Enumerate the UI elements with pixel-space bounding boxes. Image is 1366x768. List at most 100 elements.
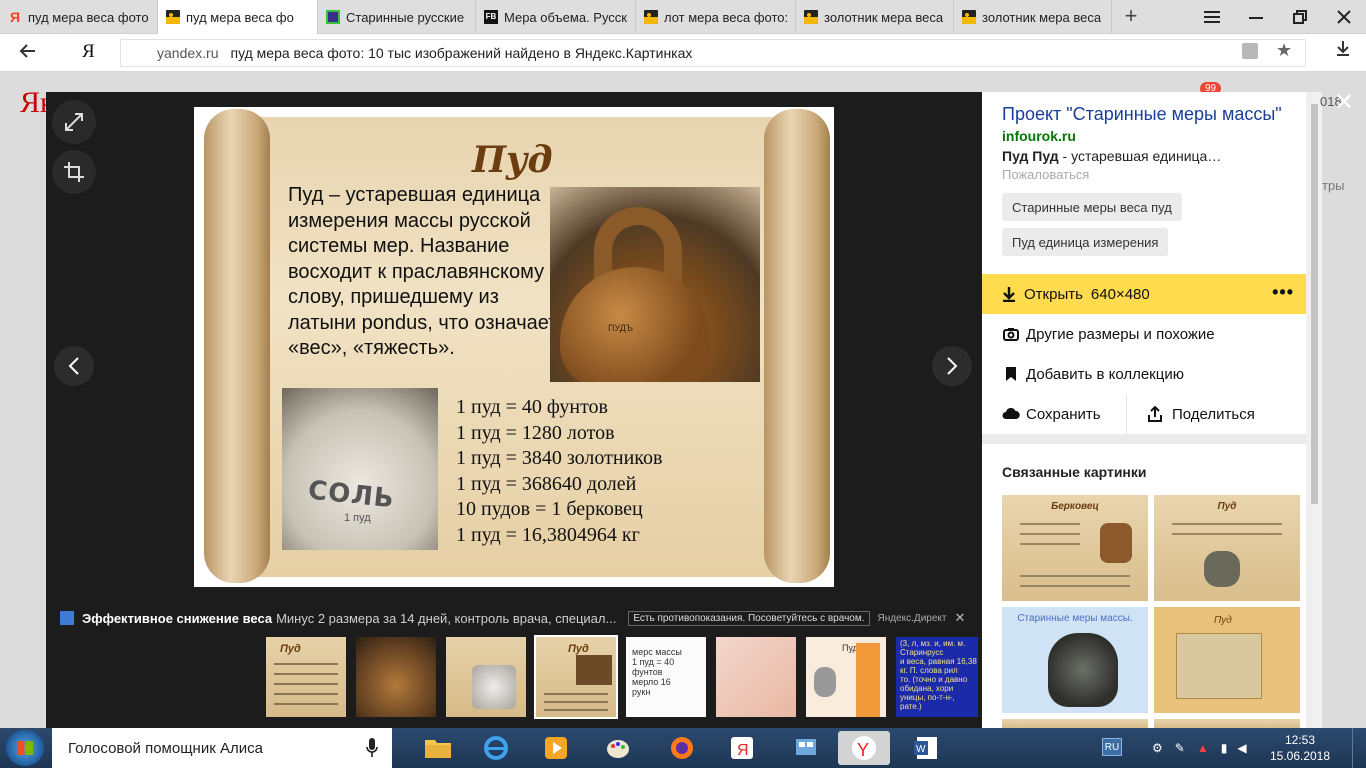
network-icon[interactable]: ▮ [1221,741,1228,755]
cloud-save-icon [1002,407,1020,421]
file-explorer-icon[interactable] [412,731,464,765]
tab-3[interactable]: Старинные русские [318,0,476,34]
section-divider [982,434,1306,444]
thumbnail[interactable] [356,637,436,717]
scroll-roll-right [764,109,830,583]
tab-7[interactable]: золотник мера веса [954,0,1112,34]
equivalence-item: 1 пуд = 1280 лотов [456,421,615,444]
source-domain-link[interactable]: infourok.ru [1002,128,1076,144]
thumbnail[interactable]: Пуд [806,637,886,717]
download-icon[interactable] [1336,40,1350,61]
close-window-icon[interactable] [1324,0,1364,34]
warning-icon[interactable]: ▲ [1197,741,1209,755]
panel-scrollbar[interactable] [1306,92,1322,728]
related-image[interactable]: Пуд [1154,607,1300,713]
yandex-active-app-icon[interactable]: Y [838,731,890,765]
tab-1[interactable]: Я пуд мера веса фото [0,0,158,34]
related-text-line [1172,533,1282,535]
thumbnail-text-line [544,709,608,711]
language-indicator[interactable]: RU [1102,738,1122,756]
related-image-title: Берковец [1051,501,1099,512]
thumbnail[interactable] [716,637,796,717]
start-button[interactable] [6,730,44,766]
ad-source[interactable]: Яндекс.Директ [878,613,947,624]
thumbnail[interactable] [446,637,526,717]
microphone-icon[interactable] [366,738,378,758]
alice-voice-assistant[interactable]: Голосовой помощник Алиса [52,728,392,768]
paint-icon[interactable] [592,731,644,765]
tag-button[interactable]: Пуд единица измерения [1002,228,1169,256]
scroll-roll-left [204,109,270,583]
fullscreen-icon[interactable] [52,100,96,144]
thumbnail-text-line [274,703,338,705]
usb-icon[interactable]: ⚙ [1152,741,1163,755]
thumbnail[interactable]: (3, л, мз. и, им. м. Старинрусс и веса, … [896,637,978,717]
similar-images-button[interactable]: Другие размеры и похожие [982,314,1306,354]
new-tab-button[interactable]: + [1118,4,1144,30]
share-icon [1148,406,1164,422]
related-kettle [1204,551,1240,587]
related-image[interactable]: Берковец [1002,495,1148,601]
close-viewer-icon[interactable]: ✕ [1334,88,1354,117]
clock-time: 12:53 [1284,733,1316,747]
tab-label: Старинные русские [346,9,465,25]
related-image[interactable] [1002,719,1148,728]
menu-icon[interactable] [1192,0,1232,34]
sack-word: СОЛЬ [306,475,396,515]
fb-favicon-icon: FB [484,10,498,24]
crop-icon[interactable] [52,150,96,194]
clock[interactable]: 12:53 15.06.2018 [1262,732,1338,764]
save-button[interactable]: Сохранить [1002,394,1101,434]
volume-icon[interactable]: ◀ [1237,741,1246,755]
media-player-icon[interactable] [530,731,582,765]
related-text-line [1020,575,1130,577]
tag-button[interactable]: Старинные меры веса пуд [1002,193,1182,221]
tab-4[interactable]: FB Мера объема. Русск [476,0,636,34]
pen-icon[interactable]: ✎ [1175,741,1185,755]
download-icon [1002,286,1016,302]
related-image[interactable]: Старинные меры массы. [1002,607,1148,713]
url-field[interactable]: yandex.ru пуд мера веса фото: 10 тыс изо… [120,39,1306,67]
thumbnail-text-line [274,683,338,685]
thumbnail-kettle [576,655,612,685]
open-image-button[interactable]: Открыть 640×480 ••• [982,274,1306,314]
yandex-browser-icon[interactable]: Я [716,731,768,765]
main-image[interactable]: Пуд Пуд – устаревшая единица измерения м… [194,107,834,587]
related-image-title: Пуд [1214,615,1232,626]
show-desktop-button[interactable] [1352,728,1366,768]
related-image[interactable] [1154,719,1300,728]
lock-icon[interactable] [1242,43,1258,59]
control-panel-icon[interactable] [780,731,832,765]
prev-image-chevron-icon[interactable] [54,346,94,386]
scrollbar-thumb[interactable] [1311,104,1318,504]
tab-5[interactable]: лот мера веса фото: [636,0,796,34]
bookmark-star-icon[interactable]: ★ [1276,40,1292,61]
thumbnail[interactable]: мерс массы 1 пуд = 40 фунтов мерло 16 ру… [626,637,706,717]
more-options-icon[interactable]: ••• [1272,282,1294,303]
thumbnail-selected[interactable]: Пуд [534,635,618,719]
tab-6[interactable]: золотник мера веса [796,0,954,34]
site-favicon-icon [326,10,340,24]
browser-logo[interactable]: Я [82,41,95,63]
salt-sack-photo: СОЛЬ 1 пуд [282,388,438,550]
next-image-chevron-icon[interactable] [932,346,972,386]
restore-icon[interactable] [1280,0,1320,34]
add-to-collection-button[interactable]: Добавить в коллекцию [982,354,1306,394]
taskbar: Голосовой помощник Алиса Я Y W RU ⚙ ✎ ▲ … [0,728,1366,768]
back-arrow-icon[interactable] [18,42,36,65]
thumbnail[interactable]: Пуд [266,637,346,717]
internet-explorer-icon[interactable] [470,731,522,765]
tab-2-active[interactable]: пуд мера веса фо [158,0,318,34]
related-image[interactable]: Пуд [1154,495,1300,601]
report-link[interactable]: Пожаловаться [1002,167,1089,182]
word-icon[interactable]: W [900,731,952,765]
share-button[interactable]: Поделиться [1148,394,1255,434]
tab-label: пуд мера веса фото [28,9,149,25]
ad-bar[interactable]: Эффективное снижение веса Минус 2 размер… [60,607,970,629]
ad-close-icon[interactable]: ✕ [954,610,965,626]
minimize-icon[interactable] [1236,0,1276,34]
ad-title[interactable]: Эффективное снижение веса [82,611,272,626]
svg-text:Y: Y [857,740,869,760]
firefox-icon[interactable] [656,731,708,765]
source-title-link[interactable]: Проект "Старинные меры массы" [1002,104,1282,125]
